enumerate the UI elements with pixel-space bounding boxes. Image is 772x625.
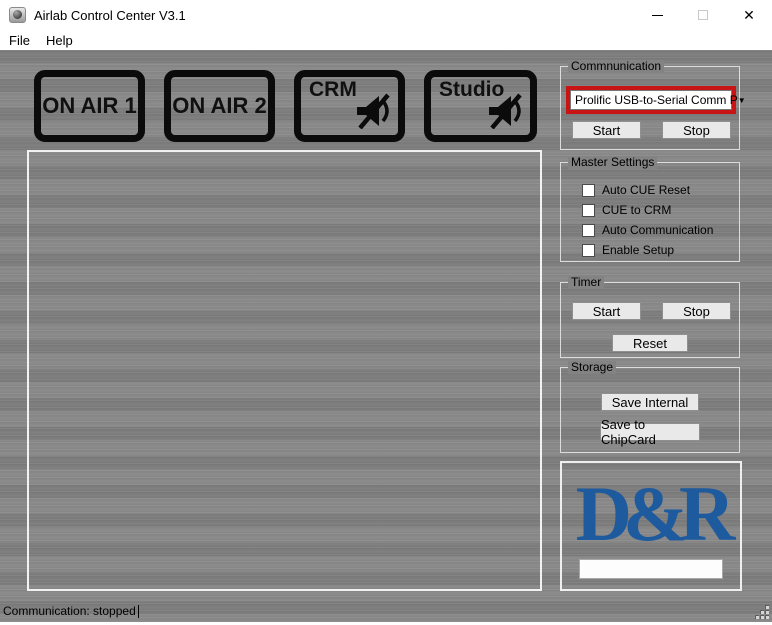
enable-setup-checkbox[interactable] xyxy=(582,244,595,257)
maximize-icon xyxy=(698,10,708,20)
auto-cue-reset-label: Auto CUE Reset xyxy=(602,183,690,197)
communication-start-button[interactable]: Start xyxy=(572,121,641,139)
menu-help[interactable]: Help xyxy=(38,30,81,50)
cue-to-crm-checkbox[interactable] xyxy=(582,204,595,217)
window-controls: ✕ xyxy=(634,0,772,30)
timer-start-button[interactable]: Start xyxy=(572,302,641,320)
on-air-1-label: ON AIR 1 xyxy=(42,93,137,119)
save-internal-button[interactable]: Save Internal xyxy=(601,393,699,411)
close-button[interactable]: ✕ xyxy=(726,0,772,30)
auto-communication-checkbox[interactable] xyxy=(582,224,595,237)
checkbox-row-enable-setup: Enable Setup xyxy=(582,243,674,257)
studio-mute-button[interactable]: Studio xyxy=(424,70,537,142)
status-text: Communication: stopped xyxy=(3,604,136,618)
checkbox-row-auto-cue-reset: Auto CUE Reset xyxy=(582,183,690,197)
com-port-select[interactable]: Prolific USB-to-Serial Comm P ▼ xyxy=(570,90,732,110)
on-air-2-button[interactable]: ON AIR 2 xyxy=(164,70,275,142)
menu-bar: File Help xyxy=(0,30,772,50)
on-air-2-label: ON AIR 2 xyxy=(172,93,267,119)
storage-group: Storage Save Internal Save to ChipCard xyxy=(560,367,740,453)
menu-file[interactable]: File xyxy=(0,30,38,50)
status-bar: Communication: stopped xyxy=(3,604,139,618)
chevron-down-icon: ▼ xyxy=(738,96,746,105)
crm-mute-button[interactable]: CRM xyxy=(294,70,405,142)
logo-name-bar xyxy=(579,559,723,579)
window-title: Airlab Control Center V3.1 xyxy=(34,8,186,23)
master-settings-group: Master Settings Auto CUE Reset CUE to CR… xyxy=(560,162,740,262)
communication-stop-button[interactable]: Stop xyxy=(662,121,731,139)
com-port-highlight-frame: Prolific USB-to-Serial Comm P ▼ xyxy=(566,86,736,114)
title-bar: Airlab Control Center V3.1 ✕ xyxy=(0,0,772,30)
on-air-1-button[interactable]: ON AIR 1 xyxy=(34,70,145,142)
close-icon: ✕ xyxy=(743,8,755,22)
checkbox-row-cue-to-crm: CUE to CRM xyxy=(582,203,671,217)
enable-setup-label: Enable Setup xyxy=(602,243,674,257)
communication-group-title: Commnunication xyxy=(568,60,664,73)
muted-speaker-icon xyxy=(354,93,396,134)
logo-box: D&R xyxy=(560,461,742,591)
client-area: ON AIR 1 ON AIR 2 CRM Studio Commnunicat… xyxy=(0,50,772,622)
main-display-area xyxy=(27,150,542,591)
checkbox-row-auto-communication: Auto Communication xyxy=(582,223,713,237)
auto-communication-label: Auto Communication xyxy=(602,223,713,237)
timer-stop-button[interactable]: Stop xyxy=(662,302,731,320)
communication-group: Commnunication Prolific USB-to-Serial Co… xyxy=(560,66,740,150)
com-port-value: Prolific USB-to-Serial Comm P xyxy=(575,93,738,107)
auto-cue-reset-checkbox[interactable] xyxy=(582,184,595,197)
text-caret xyxy=(138,605,139,618)
maximize-button[interactable] xyxy=(680,0,726,30)
timer-reset-button[interactable]: Reset xyxy=(612,334,688,352)
crm-label: CRM xyxy=(309,78,357,102)
cue-to-crm-label: CUE to CRM xyxy=(602,203,671,217)
timer-group-title: Timer xyxy=(568,276,604,289)
resize-grip-icon[interactable] xyxy=(755,605,770,620)
storage-group-title: Storage xyxy=(568,361,616,374)
dnr-logo: D&R xyxy=(576,477,727,551)
minimize-button[interactable] xyxy=(634,0,680,30)
master-settings-group-title: Master Settings xyxy=(568,156,657,169)
minimize-icon xyxy=(652,15,663,16)
save-to-chipcard-button[interactable]: Save to ChipCard xyxy=(600,423,700,441)
app-icon xyxy=(9,7,26,23)
timer-group: Timer Start Stop Reset xyxy=(560,282,740,358)
muted-speaker-icon xyxy=(486,93,528,134)
